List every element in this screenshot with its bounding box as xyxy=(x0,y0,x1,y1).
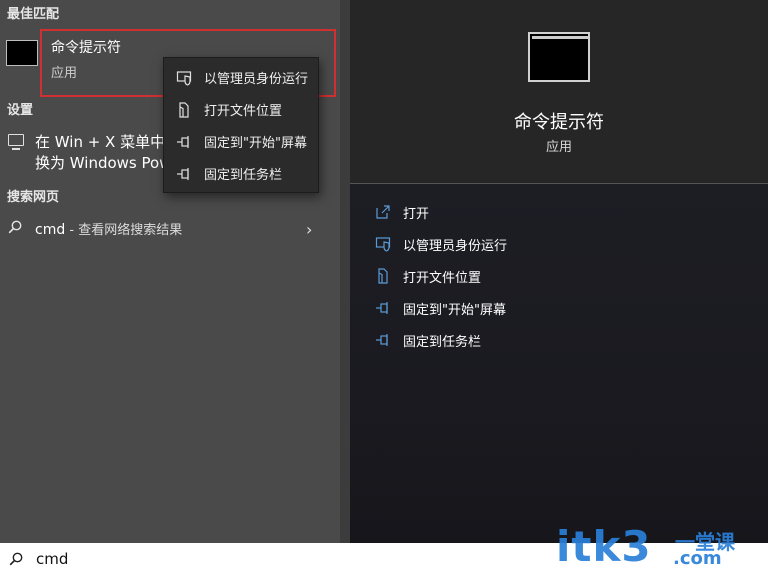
ctx-label: 打开文件位置 xyxy=(204,104,283,119)
search-bar[interactable]: cmd xyxy=(0,543,768,575)
monitor-icon xyxy=(8,134,24,150)
pin-icon xyxy=(376,302,388,314)
ctx-label: 固定到"开始"屏幕 xyxy=(204,136,307,151)
cmd-app-icon xyxy=(6,40,38,66)
settings-result-line1: 在 Win + X 菜单中 xyxy=(35,133,163,151)
details-subtitle: 应用 xyxy=(545,140,572,155)
action-pin-to-taskbar[interactable]: 固定到任务栏 xyxy=(370,328,730,356)
action-label: 固定到"开始"屏幕 xyxy=(403,303,506,318)
action-open-file-location[interactable]: 打开文件位置 xyxy=(370,264,730,292)
web-search-query: cmd xyxy=(35,222,66,238)
action-open[interactable]: 打开 xyxy=(370,200,730,228)
context-menu: 以管理员身份运行 打开文件位置 固定到"开始"屏幕 固定到任务栏 xyxy=(163,57,319,193)
pin-icon xyxy=(177,136,189,148)
shield-icon xyxy=(176,71,192,86)
file-location-icon xyxy=(378,268,388,284)
web-search-header: 搜索网页 xyxy=(7,190,60,205)
search-icon xyxy=(9,552,23,566)
web-search-hint: - 查看网络搜索结果 xyxy=(65,223,183,238)
settings-result-line2: 换为 Windows Pow xyxy=(35,154,163,172)
ctx-pin-to-start[interactable]: 固定到"开始"屏幕 xyxy=(164,126,320,156)
ctx-run-as-admin[interactable]: 以管理员身份运行 xyxy=(164,62,320,92)
cmd-app-large-icon xyxy=(528,32,590,82)
shield-icon xyxy=(375,237,391,252)
pin-icon xyxy=(376,334,388,346)
ctx-label: 固定到任务栏 xyxy=(204,168,283,183)
watermark-main: itk3 xyxy=(556,522,652,571)
details-pane: 命令提示符 应用 打开 以管理员身份运行 打开文件位置 固定到"开始"屏幕 固定… xyxy=(350,0,768,543)
search-icon xyxy=(8,220,22,234)
details-actions: 打开 以管理员身份运行 打开文件位置 固定到"开始"屏幕 固定到任务栏 xyxy=(350,184,768,543)
best-match-header: 最佳匹配 xyxy=(7,7,60,22)
ctx-pin-to-taskbar[interactable]: 固定到任务栏 xyxy=(164,158,320,188)
details-title: 命令提示符 xyxy=(514,112,604,133)
details-header: 命令提示符 应用 xyxy=(350,0,768,183)
site-watermark: itk3 一堂课 .com xyxy=(556,522,735,575)
chevron-right-icon[interactable]: › xyxy=(306,220,312,239)
pin-icon xyxy=(177,168,189,180)
action-run-as-admin[interactable]: 以管理员身份运行 xyxy=(370,232,730,260)
file-location-icon xyxy=(179,102,189,118)
open-icon xyxy=(376,205,390,219)
settings-header: 设置 xyxy=(7,103,34,118)
action-label: 固定到任务栏 xyxy=(403,335,482,350)
action-label: 打开文件位置 xyxy=(403,271,482,286)
ctx-open-file-location[interactable]: 打开文件位置 xyxy=(164,94,320,124)
pane-divider xyxy=(340,0,350,543)
action-label: 以管理员身份运行 xyxy=(403,239,508,254)
search-input[interactable]: cmd xyxy=(36,550,68,568)
watermark-tail: .com xyxy=(673,548,722,569)
action-label: 打开 xyxy=(403,207,430,222)
ctx-label: 以管理员身份运行 xyxy=(204,72,309,87)
web-search-text: cmd - 查看网络搜索结果 xyxy=(35,219,182,238)
action-pin-to-start[interactable]: 固定到"开始"屏幕 xyxy=(370,296,730,324)
